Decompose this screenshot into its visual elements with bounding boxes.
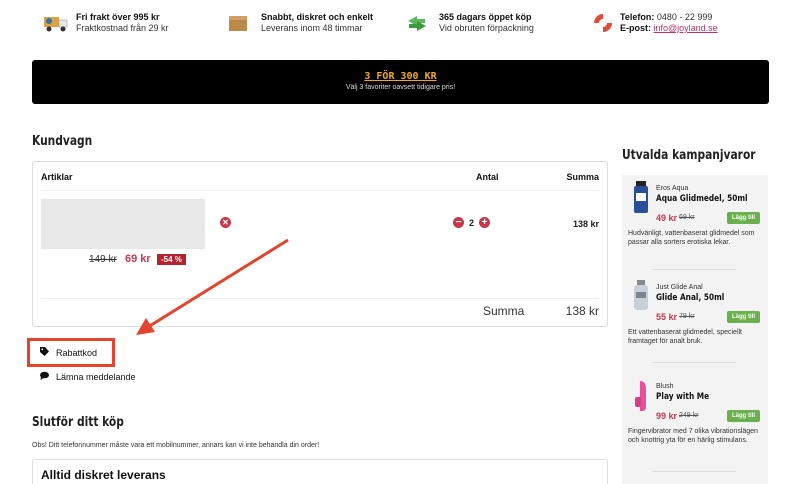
product-name[interactable]: Play with Me: [656, 392, 709, 402]
product-thumbnail[interactable]: [632, 379, 650, 411]
add-to-cart-button[interactable]: Lägg till: [727, 212, 760, 224]
product-description: Fingervibrator med 7 olika vibrationsläg…: [628, 428, 758, 444]
add-to-cart-button[interactable]: Lägg till: [727, 311, 760, 323]
product-old-price: 69 kr: [679, 214, 695, 221]
product-thumbnail[interactable]: [632, 181, 650, 213]
discreet-delivery-title: Alltid diskret leverans: [41, 468, 166, 482]
product-price: 49 kr: [656, 213, 678, 223]
divider: [652, 471, 736, 472]
product-old-price: 79 kr: [679, 313, 695, 320]
product-thumbnail[interactable]: [632, 280, 650, 312]
product-brand: Eros Aqua: [656, 185, 689, 192]
product-name[interactable]: Glide Anal, 50ml: [656, 293, 724, 303]
product-brand: Just Glide Anal: [656, 284, 703, 291]
checkout-title: Slutför ditt köp: [32, 415, 124, 430]
product-brand: Blush: [656, 383, 674, 390]
product-old-price: 249 kr: [679, 412, 699, 419]
add-to-cart-button[interactable]: Lägg till: [727, 410, 760, 422]
divider: [652, 269, 736, 270]
sidebar-title: Utvalda kampanjvaror: [622, 148, 756, 163]
product-description: Hudvänligt, vattenbaserat glidmedel som …: [628, 230, 755, 246]
campaign-sidebar: Eros Aqua Aqua Glidmedel, 50ml 49 kr 69 …: [622, 175, 768, 484]
product-description: Ett vattenbaserat glidmedel, speciellt f…: [628, 329, 743, 345]
phone-note: Obs! Ditt telefonnummer måste vara ett m…: [32, 442, 320, 449]
discreet-delivery-box: Alltid diskret leverans: [32, 459, 608, 484]
product-price: 99 kr: [656, 411, 678, 421]
divider: [652, 362, 736, 363]
product-name[interactable]: Aqua Glidmedel, 50ml: [656, 194, 748, 204]
product-price: 55 kr: [656, 312, 678, 322]
